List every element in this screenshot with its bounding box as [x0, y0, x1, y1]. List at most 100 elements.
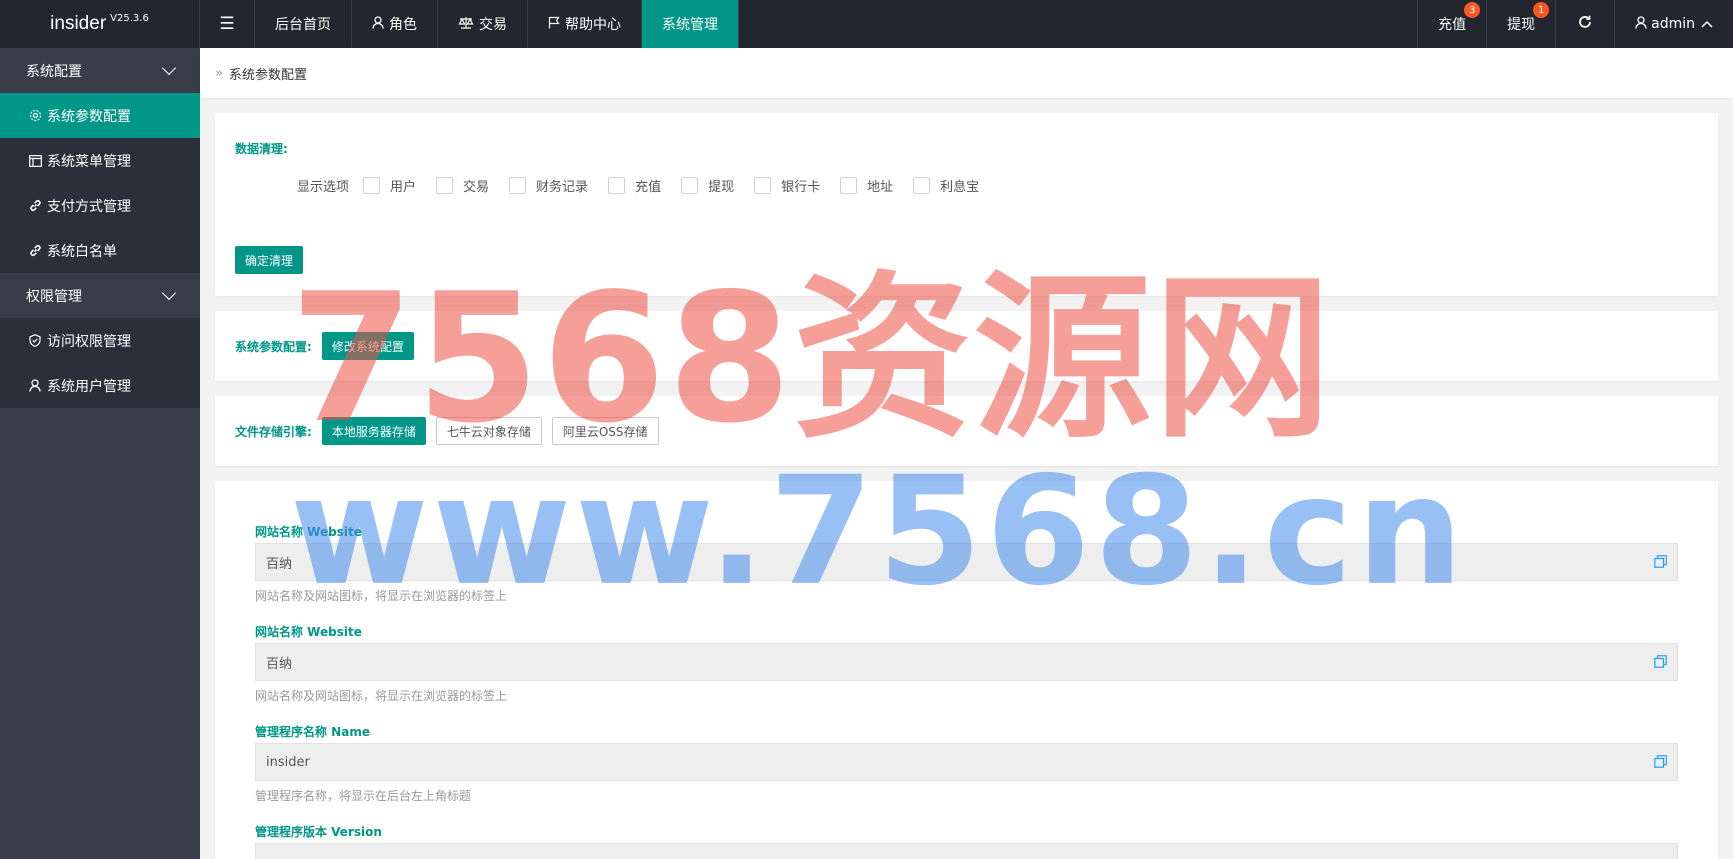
confirm-clear-button[interactable]: 确定清理 — [235, 246, 304, 274]
nav-home[interactable]: 后台首页 — [255, 0, 352, 48]
user-name: admin — [1651, 16, 1695, 32]
form-item-app-name: 管理程序名称 Name insider 管理程序名称，将显示在后台左上角标题 — [255, 721, 1678, 804]
user-icon — [28, 379, 42, 392]
refresh-button[interactable] — [1555, 0, 1614, 48]
checkbox-label: 地址 — [867, 180, 894, 195]
sidebar-item-label: 访问权限管理 — [47, 333, 131, 350]
data-clear-title: 数据清理: — [235, 142, 288, 156]
app-version: V25.3.6 — [110, 12, 149, 24]
app-name: insider — [50, 13, 107, 34]
recharge-button[interactable]: 充值 3 — [1417, 0, 1486, 48]
checkbox-box[interactable] — [913, 177, 931, 194]
nav-help[interactable]: 帮助中心 — [528, 0, 642, 48]
sidebar-item-system-users[interactable]: 系统用户管理 — [0, 363, 200, 408]
nav-home-label: 后台首页 — [275, 17, 331, 33]
breadcrumb: » 系统参数配置 — [200, 48, 1733, 98]
checkbox-label: 用户 — [390, 180, 417, 195]
withdraw-button[interactable]: 提现 1 — [1486, 0, 1555, 48]
qiniu-storage-button[interactable]: 七牛云对象存储 — [435, 417, 542, 445]
sidebar: 系统配置 系统参数配置 系统菜单管理 支付方式管理 系统白名单 权限管理 访问权… — [0, 48, 200, 859]
checkbox-box[interactable] — [363, 177, 381, 194]
copy-icon[interactable] — [1654, 655, 1667, 668]
top-nav: ☰ 后台首页 角色 交易 帮助中心 系统管理 — [200, 0, 739, 48]
checkbox-box[interactable] — [754, 177, 772, 194]
input-value: insider — [266, 754, 310, 770]
checkbox-interest[interactable]: 利息宝 — [913, 176, 979, 195]
sidebar-group-system-config[interactable]: 系统配置 — [0, 48, 200, 93]
sidebar-item-label: 系统白名单 — [47, 243, 117, 260]
recharge-badge: 3 — [1464, 2, 1481, 18]
nav-trade[interactable]: 交易 — [438, 0, 528, 48]
checkbox-box[interactable] — [681, 177, 699, 194]
withdraw-label: 提现 — [1507, 17, 1536, 33]
checkbox-box[interactable] — [509, 177, 527, 194]
sidebar-group-label: 权限管理 — [26, 288, 82, 305]
sidebar-item-whitelist[interactable]: 系统白名单 — [0, 228, 200, 273]
chevron-down-icon — [161, 60, 177, 75]
form-label: 网站名称 Website — [255, 624, 362, 639]
checkbox-label: 充值 — [635, 180, 662, 195]
checkbox-trade[interactable]: 交易 — [436, 176, 489, 195]
checkbox-address[interactable]: 地址 — [840, 176, 893, 195]
sidebar-group-permissions[interactable]: 权限管理 — [0, 273, 200, 318]
gear-icon — [28, 109, 42, 122]
system-config-card: 系统参数配置: 修改系统配置 — [215, 311, 1718, 381]
website-name-input[interactable]: 百纳 — [255, 543, 1678, 581]
sidebar-item-label: 支付方式管理 — [47, 198, 131, 215]
window-icon — [28, 154, 42, 167]
sidebar-item-system-menu[interactable]: 系统菜单管理 — [0, 138, 200, 183]
checkbox-finance[interactable]: 财务记录 — [509, 176, 588, 195]
breadcrumb-current: 系统参数配置 — [228, 67, 307, 83]
nav-help-label: 帮助中心 — [565, 17, 621, 33]
storage-engine-card: 文件存储引擎: 本地服务器存储 七牛云对象存储 阿里云OSS存储 — [215, 396, 1718, 466]
top-header: insider V25.3.6 ☰ 后台首页 角色 交易 帮助中心 系统管理 充… — [0, 0, 1733, 48]
checkbox-box[interactable] — [608, 177, 626, 194]
checkbox-box[interactable] — [840, 177, 858, 194]
app-version-input[interactable] — [255, 843, 1678, 859]
checkbox-box[interactable] — [436, 177, 454, 194]
user-menu[interactable]: admin — [1614, 0, 1733, 48]
sidebar-item-label: 系统参数配置 — [47, 108, 131, 125]
main-content: » 系统参数配置 数据清理: 显示选项 用户 交易 财务记录 充值 提现 银行卡… — [200, 48, 1733, 859]
menu-toggle-button[interactable]: ☰ — [200, 0, 255, 48]
copy-icon[interactable] — [1654, 555, 1667, 568]
nav-system-label: 系统管理 — [662, 17, 718, 33]
link-icon — [28, 199, 42, 212]
storage-engine-label: 文件存储引擎: — [235, 424, 312, 439]
edit-system-config-button[interactable]: 修改系统配置 — [321, 332, 414, 360]
form-label: 管理程序名称 Name — [255, 724, 370, 739]
input-value: 百纳 — [266, 656, 293, 672]
checkbox-bankcard[interactable]: 银行卡 — [754, 176, 820, 195]
aliyun-oss-button[interactable]: 阿里云OSS存储 — [551, 417, 659, 445]
options-label: 显示选项 — [297, 180, 350, 195]
checkbox-recharge[interactable]: 充值 — [608, 176, 661, 195]
app-logo[interactable]: insider V25.3.6 — [0, 0, 200, 48]
settings-form-card: 网站名称 Website 百纳 网站名称及网站图标，将显示在浏览器的标签上 网站… — [215, 481, 1718, 859]
shield-icon — [28, 334, 42, 347]
checkbox-withdraw[interactable]: 提现 — [681, 176, 734, 195]
checkbox-user[interactable]: 用户 — [363, 176, 416, 195]
nav-role[interactable]: 角色 — [352, 0, 438, 48]
sidebar-item-system-params[interactable]: 系统参数配置 — [0, 93, 200, 138]
form-help: 网站名称及网站图标，将显示在浏览器的标签上 — [255, 689, 508, 703]
local-storage-button[interactable]: 本地服务器存储 — [321, 417, 426, 445]
scale-icon — [458, 16, 474, 33]
form-item-website-name-2: 网站名称 Website 百纳 网站名称及网站图标，将显示在浏览器的标签上 — [255, 621, 1678, 704]
checkbox-label: 财务记录 — [536, 180, 589, 195]
withdraw-badge: 1 — [1533, 2, 1550, 18]
checkbox-label: 交易 — [463, 180, 490, 195]
link-icon — [28, 244, 42, 257]
right-nav: 充值 3 提现 1 admin — [1417, 0, 1733, 48]
user-icon — [372, 15, 384, 33]
double-chevron-icon: » — [215, 65, 223, 81]
form-help: 网站名称及网站图标，将显示在浏览器的标签上 — [255, 589, 508, 603]
nav-system[interactable]: 系统管理 — [642, 0, 739, 48]
app-name-input[interactable]: insider — [255, 743, 1678, 781]
copy-icon[interactable] — [1654, 755, 1667, 768]
sidebar-item-payment-methods[interactable]: 支付方式管理 — [0, 183, 200, 228]
form-item-website-name: 网站名称 Website 百纳 网站名称及网站图标，将显示在浏览器的标签上 — [255, 521, 1678, 604]
sidebar-item-label: 系统菜单管理 — [47, 153, 131, 170]
refresh-icon — [1578, 15, 1592, 33]
website-name-input-2[interactable]: 百纳 — [255, 643, 1678, 681]
sidebar-item-access-permissions[interactable]: 访问权限管理 — [0, 318, 200, 363]
